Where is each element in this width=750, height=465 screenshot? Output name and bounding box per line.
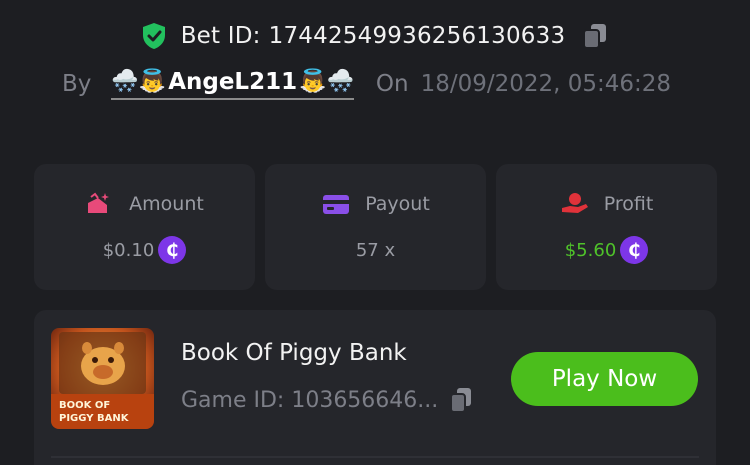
coin-icon: ₵ [158, 236, 187, 264]
hand-icon [561, 193, 588, 213]
profit-label: Profit [603, 193, 654, 215]
stats-row: Amount $0.10 ₵ Payout 57 x Profit $5.60 … [34, 164, 717, 290]
payout-card: Payout 57 x [265, 164, 486, 290]
amount-card: Amount $0.10 ₵ [34, 164, 255, 290]
coin-glyph: ₵ [166, 239, 179, 261]
profit-value: $5.60 [564, 239, 617, 261]
bet-id-label: Bet ID: [180, 23, 261, 49]
thumb-line-1: BOOK OF [59, 400, 110, 411]
game-card: BOOK OF PIGGY BANK Book Of Piggy Bank Ga… [34, 310, 716, 465]
game-title[interactable]: Book Of Piggy Bank [181, 340, 407, 366]
bet-date: 18/09/2022, 05:46:28 [420, 71, 672, 97]
payout-value: 57 x [355, 239, 396, 261]
bet-details-page: Bet ID: 17442549936256130633 By 🌨️👼 Ange… [0, 0, 750, 465]
username: AngeL211 [168, 68, 298, 95]
amount-icon [88, 192, 110, 213]
game-id: Game ID: 103656646... [181, 387, 439, 413]
author-row: By 🌨️👼 AngeL211 👼🌨️ On 18/09/2022, 05:46… [62, 66, 671, 102]
game-thumbnail-art: BOOK OF PIGGY BANK [51, 328, 154, 429]
copy-game-id-icon[interactable] [448, 386, 474, 414]
on-label: On [375, 71, 409, 97]
shield-check-icon [142, 23, 165, 49]
bet-id-row: Bet ID: 17442549936256130633 [0, 22, 750, 50]
emoji-right: 👼🌨️ [299, 68, 354, 94]
coin-glyph: ₵ [628, 239, 641, 261]
copy-bet-id-icon[interactable] [581, 22, 609, 50]
amount-label: Amount [129, 193, 204, 215]
coin-icon: ₵ [620, 236, 649, 264]
game-thumbnail[interactable]: BOOK OF PIGGY BANK [51, 328, 154, 429]
profit-card: Profit $5.60 ₵ [496, 164, 717, 290]
bet-id-value: 17442549936256130633 [268, 23, 566, 49]
emoji-left: 🌨️👼 [111, 68, 167, 94]
card-divider [51, 456, 699, 458]
game-id-row: Game ID: 103656646... [181, 386, 474, 414]
payout-label: Payout [365, 193, 430, 215]
username-link[interactable]: 🌨️👼 AngeL211 👼🌨️ [111, 69, 354, 100]
amount-value: $0.10 [102, 239, 155, 261]
by-label: By [62, 71, 92, 97]
thumb-line-2: PIGGY BANK [59, 413, 130, 424]
card-icon [323, 195, 350, 214]
top-edge-mark-icon [646, 0, 662, 4]
play-now-button[interactable]: Play Now [511, 352, 698, 406]
